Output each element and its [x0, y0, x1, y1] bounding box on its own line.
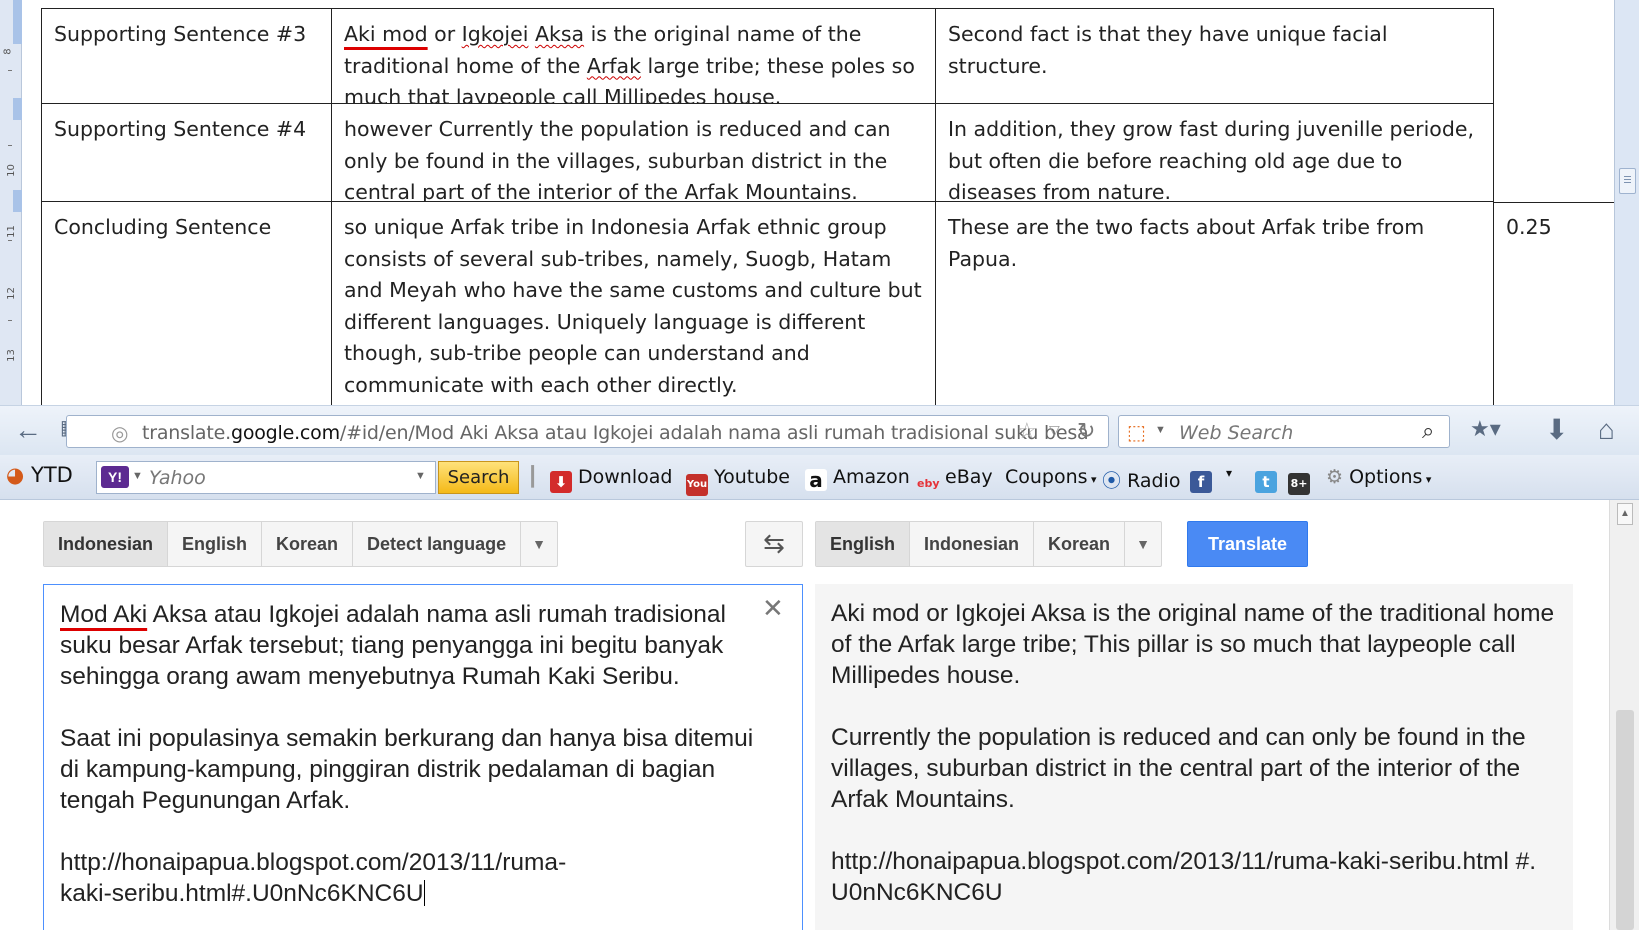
reload-icon[interactable]: ↻	[1077, 418, 1095, 444]
row-sentence[interactable]: however Currently the population is redu…	[332, 104, 936, 202]
yahoo-search-input[interactable]: Y! ▼ Yahoo ▼	[96, 461, 436, 494]
chevron-down-icon[interactable]: ▼	[521, 522, 557, 566]
sentence-text: Aki mod or Igkojei Aksa is the original …	[344, 22, 915, 104]
text-cursor	[423, 880, 425, 906]
source-lang-indonesian[interactable]: Indonesian	[44, 522, 169, 566]
gear-icon: ⚙	[1326, 466, 1344, 488]
target-lang-english[interactable]: English	[816, 522, 911, 566]
row-feedback: These are the two facts about Arfak trib…	[936, 202, 1494, 405]
facebook-icon[interactable]: f	[1190, 466, 1218, 493]
search-icon[interactable]: ⌕	[1422, 418, 1434, 444]
page-scrollbar[interactable]: ▲	[1609, 500, 1639, 930]
row-label: Supporting Sentence #3	[41, 9, 332, 104]
row-feedback: In addition, they grow fast during juven…	[936, 104, 1494, 202]
yahoo-search-button[interactable]: Search	[438, 461, 519, 494]
navigation-toolbar: ← ▦ ◎ translate.google.com/#id/en/Mod Ak…	[0, 405, 1639, 455]
address-bar[interactable]: ◎ translate.google.com/#id/en/Mod Aki Ak…	[66, 415, 1109, 448]
table-row: Concluding Sentence so unique Arfak trib…	[41, 202, 1610, 405]
source-lang-korean[interactable]: Korean	[262, 522, 354, 566]
translate-button[interactable]: Translate	[1187, 521, 1308, 567]
search-placeholder: Web Search	[1179, 422, 1294, 444]
bookmark-menu-icon[interactable]: ★▾	[1470, 418, 1501, 440]
scroll-up-icon[interactable]: ▲	[1617, 503, 1633, 525]
row-score: 0.25	[1494, 202, 1610, 405]
radio-link[interactable]: ⦿ Radio	[1102, 466, 1180, 493]
source-lang-english[interactable]: English	[168, 522, 263, 566]
scroll-thumb[interactable]	[1616, 710, 1634, 930]
close-icon[interactable]: ✕	[762, 593, 784, 624]
home-icon[interactable]: ⌂	[1598, 416, 1615, 444]
chevron-down-icon[interactable]: ▼	[1125, 522, 1161, 566]
options-menu[interactable]: ⚙ Options ▾	[1326, 466, 1431, 488]
chevron-down-icon[interactable]: ▼	[415, 470, 426, 482]
download-icon: ⬇	[550, 471, 572, 493]
swap-languages-icon[interactable]: ⇆	[745, 521, 803, 567]
download-link[interactable]: ⬇ Download	[550, 466, 672, 493]
row-sentence[interactable]: so unique Arfak tribe in Indonesia Arfak…	[332, 202, 936, 405]
source-language-bar: Indonesian English Korean Detect languag…	[43, 521, 559, 567]
back-icon[interactable]: ←	[14, 416, 42, 444]
target-lang-indonesian[interactable]: Indonesian	[910, 522, 1035, 566]
translation-result: Aki mod or Igkojei Aksa is the original …	[815, 584, 1573, 930]
chevron-down-icon[interactable]: ▼	[132, 470, 143, 482]
chevron-down-icon[interactable]: ▾	[1226, 466, 1232, 480]
globe-icon: ◎	[111, 423, 129, 445]
separator-icon: ┃	[527, 466, 539, 488]
amazon-link[interactable]: a Amazon	[805, 466, 910, 491]
row-label: Supporting Sentence #4	[41, 104, 332, 202]
ruler-number: 11	[5, 225, 17, 238]
scroll-thumb[interactable]	[1619, 168, 1636, 194]
ebay-icon: eby	[917, 477, 940, 490]
source-text: Mod Aki Aksa atau Igkojei adalah nama as…	[60, 601, 754, 907]
radio-icon: ⦿	[1102, 470, 1122, 492]
ebay-link[interactable]: eby eBay	[917, 466, 993, 495]
result-text: Aki mod or Igkojei Aksa is the original …	[831, 600, 1555, 906]
row-feedback: Second fact is that they have unique fac…	[936, 9, 1494, 104]
target-language-bar: English Indonesian Korean ▼	[815, 521, 1163, 567]
amazon-icon: a	[805, 469, 827, 491]
ruler-number: 12	[5, 287, 17, 300]
vertical-scrollbar[interactable]	[1614, 0, 1639, 405]
chevron-down-icon[interactable]: ▼	[1155, 424, 1166, 436]
translate-page: Indonesian English Korean Detect languag…	[0, 500, 1639, 930]
ytd-item[interactable]: ◕ YTD	[6, 463, 73, 487]
table-row: Supporting Sentence #4 however Currently…	[41, 104, 1494, 202]
youtube-icon: You	[686, 474, 708, 496]
ytd-icon: ◕	[6, 463, 25, 487]
download-icon[interactable]: ⬇	[1545, 416, 1568, 444]
url-text: translate.google.com/#id/en/Mod Aki Aksa…	[142, 422, 1089, 444]
star-icon[interactable]: ☆	[1017, 418, 1037, 444]
source-lang-detect[interactable]: Detect language	[353, 522, 522, 566]
youtube-link[interactable]: You Youtube	[686, 466, 790, 496]
row-label: Concluding Sentence	[41, 202, 332, 405]
ruler-number: 10	[5, 164, 17, 177]
web-search-box[interactable]: ⬚ ▼ Web Search ⌕	[1118, 415, 1450, 448]
source-text-input[interactable]: Mod Aki Aksa atau Igkojei adalah nama as…	[43, 584, 803, 930]
table-row: Supporting Sentence #3 Aki mod or Igkoje…	[41, 9, 1494, 104]
dropdown-icon[interactable]: ▽	[1049, 422, 1060, 439]
document-area: 8 10 11 12 13 Supporting Sentence #3 Aki…	[0, 0, 1639, 405]
ruler-number: 13	[5, 349, 17, 362]
misspelled-word: Mod Aki	[60, 601, 148, 628]
yahoo-icon: Y!	[101, 466, 129, 488]
search-engine-icon: ⬚	[1127, 422, 1146, 444]
ruler-number: 8	[2, 48, 14, 55]
bookmarks-toolbar: ◕ YTD Y! ▼ Yahoo ▼ Search ┃ ⬇ Download Yo…	[0, 455, 1639, 500]
target-lang-korean[interactable]: Korean	[1034, 522, 1126, 566]
twitter-icon[interactable]: t	[1255, 466, 1283, 493]
google-plus-icon[interactable]: 8+	[1288, 466, 1316, 495]
row-sentence[interactable]: Aki mod or Igkojei Aksa is the original …	[332, 9, 936, 104]
coupons-menu[interactable]: Coupons ▾	[1005, 466, 1097, 488]
vertical-ruler: 8 10 11 12 13	[0, 0, 22, 405]
yahoo-placeholder: Yahoo	[149, 467, 206, 489]
